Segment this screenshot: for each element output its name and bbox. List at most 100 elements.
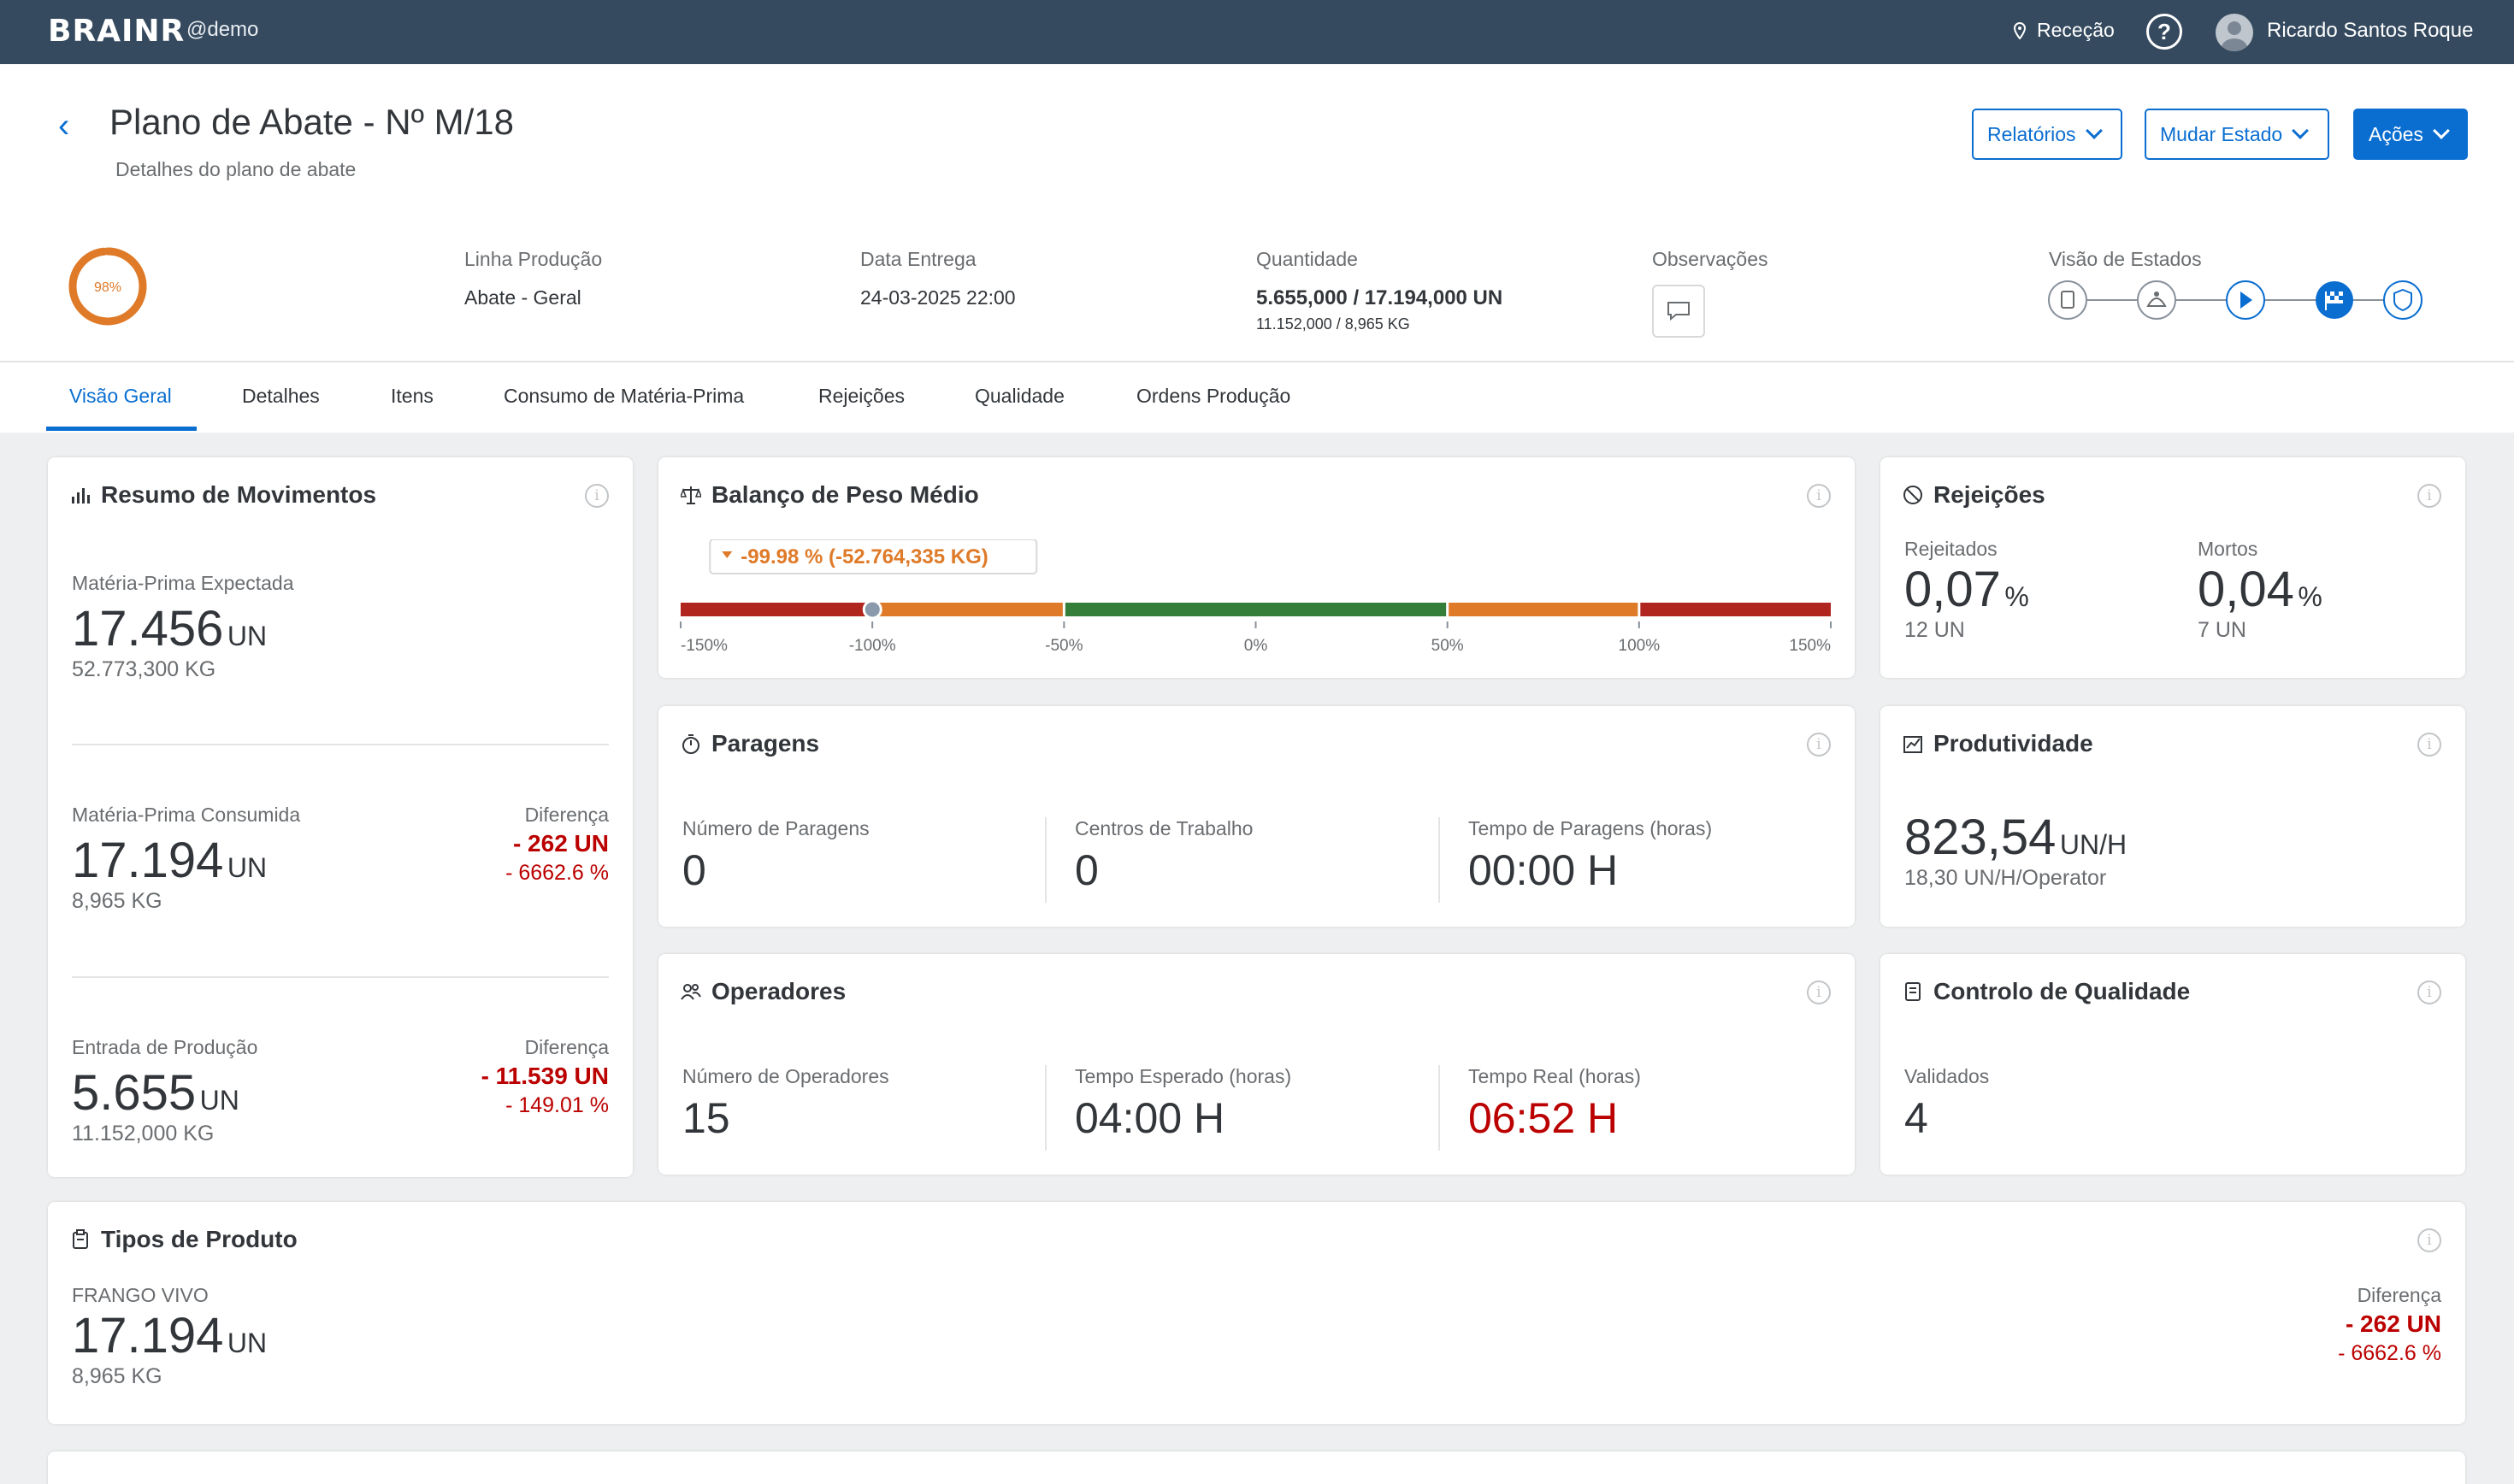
gauge-tick-label: 150% [1789,637,1831,655]
field-states: Visão de Estados [2049,248,2202,271]
dead-units: 7 UN [2198,618,2246,642]
expected-raw-material: Matéria-Prima Expectada 17.456 UN 52.773… [72,572,294,682]
quantity-value: 5.655,000 / 17.194,000 UN [1256,286,1503,309]
difference-percent: - 6662.6 % [2338,1341,2441,1365]
production-input-label: Entrada de Produção [72,1036,258,1058]
field-observations: Observações [1652,248,1768,271]
tab-items[interactable]: Itens [391,385,434,408]
divider [1045,817,1047,903]
card-average-weight-balance: Balanço de Peso Médio i -150% -100% -50% 0%… [658,457,1855,678]
operators-count-label: Número de Operadores [682,1065,889,1087]
difference-value: - 262 UN [2345,1310,2441,1337]
expected-value: 17.456 [72,601,224,657]
dead-unit: % [2298,581,2322,612]
tab-production-orders[interactable]: Ordens Produção [1136,385,1290,408]
location-selector[interactable]: Receção [2013,19,2115,42]
stoppage-time-value: 00:00 H [1468,846,1619,894]
product-type-value: 17.194 [72,1308,224,1363]
state-flag-icon[interactable] [2316,281,2353,319]
reports-button[interactable]: Relatórios [1972,109,2122,160]
difference-value: - 11.539 UN [481,1063,609,1089]
state-shield-icon[interactable] [2383,280,2423,320]
production-line-label: Linha Produção [464,248,603,270]
state-document-icon[interactable] [2048,280,2087,320]
divider [1438,817,1440,903]
page-subtitle: Detalhes do plano de abate [115,158,357,180]
user-avatar-icon [2222,21,2247,51]
group-icon [681,984,701,1000]
gauge-tick-label: -150% [681,637,728,655]
info-icon[interactable]: i [1807,733,1831,757]
consumed-label: Matéria-Prima Consumida [72,804,301,826]
dead-label: Mortos [2198,538,2258,560]
actions-button[interactable]: Ações [2353,109,2468,160]
actions-button-label: Ações [2369,122,2423,145]
dead-metric: Mortos 0,04 % 7 UN [2198,538,2322,643]
info-icon[interactable]: i [1807,980,1831,1004]
marker-label: -99.98 % (-52.764,335 KG) [741,545,988,568]
chevron-down-icon [2085,122,2103,139]
divider [1045,1065,1047,1151]
quality-control-title: Controlo de Qualidade [1933,978,2191,1004]
state-process-flow [2048,280,2423,320]
operators-count: Número de Operadores 15 [682,1065,889,1143]
rejected-units: 12 UN [1904,618,1965,642]
card-title: Tipos de Produto [70,1226,298,1253]
card-title: Rejeições [1903,481,2045,509]
production-line-value: Abate - Geral [464,286,581,309]
product-type-unit: UN [227,1328,268,1358]
info-icon[interactable]: i [585,484,609,508]
card-quality-control: Controlo de Qualidade i Validados 4 [1880,954,2465,1175]
card-operators: Operadores i Número de Operadores 15 Tem… [658,954,1855,1175]
work-centers: Centros de Trabalho 0 [1075,817,1253,895]
info-icon[interactable]: i [2417,733,2441,757]
quantity-label: Quantidade [1256,248,1358,270]
difference-label: Diferença [2357,1284,2441,1306]
validated-label: Validados [1904,1065,1990,1087]
tab-active-indicator [46,427,197,431]
production-difference: Diferença - 11.539 UN - 149.01 % [481,1036,609,1118]
quantity-sub: 11.152,000 / 8,965 KG [1256,315,1410,333]
info-icon[interactable]: i [2417,484,2441,508]
tab-overview[interactable]: Visão Geral [69,385,172,408]
user-name[interactable]: Ricardo Santos Roque [2267,19,2473,43]
expected-time: Tempo Esperado (horas) 04:00 H [1075,1065,1291,1143]
trend-chart-icon [1903,736,1922,753]
difference-percent: - 149.01 % [505,1093,609,1117]
productivity-title: Produtividade [1933,730,2093,757]
stoppage-time: Tempo de Paragens (horas) 00:00 H [1468,817,1712,895]
state-chicken-icon[interactable] [2137,280,2176,320]
validated-value: 4 [1904,1094,1928,1142]
avatar[interactable] [2216,14,2253,51]
change-state-button[interactable]: Mudar Estado [2145,109,2329,160]
card-title: Produtividade [1903,730,2093,757]
card-title: Operadores [681,978,846,1005]
info-icon[interactable]: i [2417,980,2441,1004]
consumed-difference: Diferença - 262 UN - 6662.6 % [505,804,609,886]
tab-quality[interactable]: Qualidade [975,385,1065,408]
stoppages-title: Paragens [711,730,820,757]
observations-button[interactable] [1652,285,1705,338]
tenant-label: @demo [186,18,259,41]
tab-raw-material[interactable]: Consumo de Matéria-Prima [504,385,744,408]
back-button[interactable]: ‹ [58,109,69,143]
tab-rejections[interactable]: Rejeições [818,385,905,408]
card-stoppages: Paragens i Número de Paragens 0 Centros … [658,706,1855,927]
card-rejections: Rejeições i Rejeitados 0,07 % 12 UN Mort… [1880,457,2465,678]
checklist-icon [1905,982,1921,1001]
productivity-value: 823,54 [1904,810,2057,865]
gauge-tick-label: 100% [1619,637,1661,655]
info-icon[interactable]: i [2417,1228,2441,1252]
help-button[interactable]: ? [2146,14,2182,50]
tab-details[interactable]: Detalhes [242,385,320,408]
delivery-date-value: 24-03-2025 22:00 [860,286,1016,309]
product-type-difference: Diferença - 262 UN - 6662.6 % [2338,1284,2441,1366]
product-type-kg: 8,965 KG [72,1364,162,1388]
consumed-raw-material: Matéria-Prima Consumida 17.194 UN 8,965 … [72,804,300,914]
state-play-icon[interactable] [2226,280,2265,320]
expected-time-label: Tempo Esperado (horas) [1075,1065,1292,1087]
reports-button-label: Relatórios [1987,122,2076,145]
dead-value: 0,04 [2198,562,2294,617]
brand-logo[interactable]: BRAINR [48,14,185,49]
info-icon[interactable]: i [1807,484,1831,508]
